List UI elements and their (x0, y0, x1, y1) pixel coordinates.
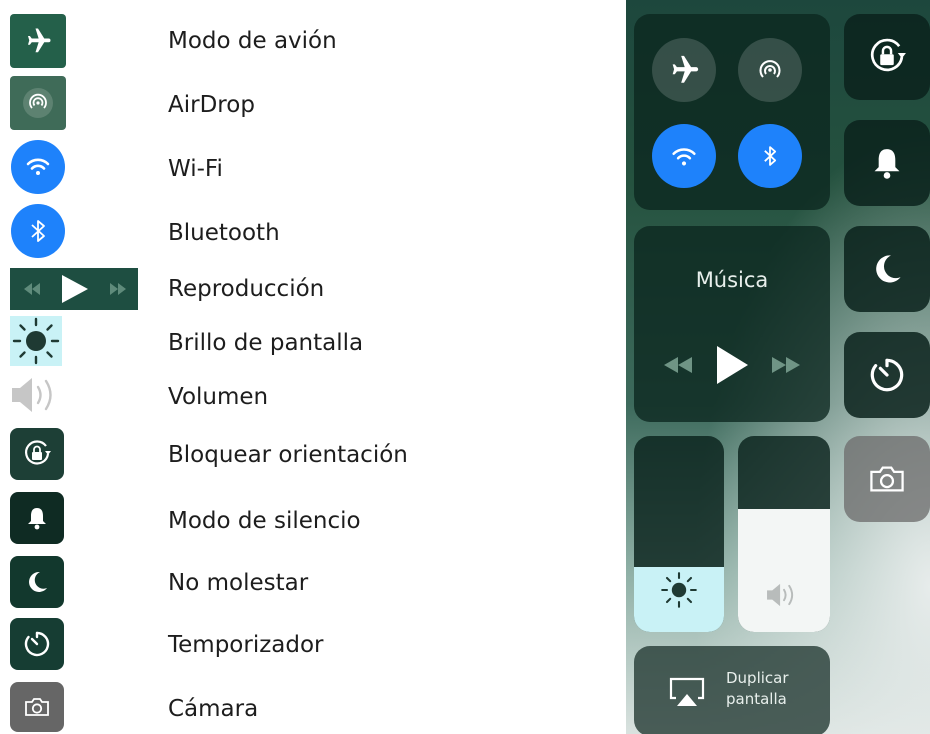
legend-row-orientation-lock: Bloquear orientación (0, 428, 600, 484)
legend-row-timer: Temporizador (0, 618, 600, 674)
legend-label: Reproducción (168, 276, 325, 302)
legend-row-volume: Volumen (0, 372, 600, 422)
timer-icon (870, 358, 904, 392)
legend-row-bluetooth: Bluetooth (0, 204, 600, 260)
connectivity-tile (634, 14, 830, 210)
legend-label: Bluetooth (168, 220, 280, 246)
timer-button[interactable] (844, 332, 930, 418)
legend-label: Bloquear orientación (168, 442, 408, 468)
playback-icon (10, 268, 138, 310)
brightness-icon (634, 570, 724, 610)
screen-mirroring-label-line2: pantalla (726, 690, 787, 708)
volume-icon (10, 372, 70, 418)
airdrop-icon (759, 60, 781, 78)
wifi-toggle[interactable] (652, 124, 716, 188)
play-button[interactable] (714, 344, 750, 391)
legend-label: Modo de avión (168, 28, 337, 54)
screen-mirroring-icon (669, 677, 705, 706)
screen-mirroring-label: Duplicar pantalla (726, 668, 826, 710)
airdrop-toggle[interactable] (738, 38, 802, 102)
control-center: Música Duplicar pantalla (626, 0, 930, 734)
camera-icon (870, 466, 904, 492)
legend-row-brightness: Brillo de pantalla (0, 316, 600, 368)
airplane-icon (672, 55, 699, 83)
legend-row-wifi: Wi-Fi (0, 140, 600, 196)
legend-row-do-not-disturb: No molestar (0, 556, 600, 612)
airdrop-icon (10, 76, 66, 130)
legend-label: AirDrop (168, 92, 255, 118)
rewind-icon (664, 357, 692, 373)
orientation-lock-button[interactable] (844, 14, 930, 100)
legend-label: Volumen (168, 384, 269, 410)
playback-controls (634, 344, 830, 391)
brightness-icon (10, 316, 62, 366)
rewind-button[interactable] (662, 354, 696, 381)
legend-row-airdrop: AirDrop (0, 76, 600, 132)
volume-icon (738, 580, 830, 610)
bluetooth-toggle[interactable] (738, 124, 802, 188)
brightness-slider[interactable] (634, 436, 724, 632)
orientation-lock-icon (870, 38, 906, 72)
fast-forward-button[interactable] (768, 354, 802, 381)
legend-row-silent: Modo de silencio (0, 492, 600, 548)
bell-icon (874, 149, 900, 179)
bluetooth-icon (764, 146, 777, 166)
screen-mirroring-button[interactable]: Duplicar pantalla (634, 646, 830, 734)
legend-label: Modo de silencio (168, 508, 361, 534)
legend-label: Cámara (168, 696, 259, 722)
wifi-icon (10, 140, 66, 194)
music-title: Música (695, 268, 769, 292)
legend-label: Brillo de pantalla (168, 330, 364, 356)
legend-row-camera: Cámara (0, 682, 600, 734)
volume-slider-fill (738, 508, 830, 632)
music-tile[interactable]: Música (634, 226, 830, 422)
camera-icon (10, 682, 64, 732)
play-icon (717, 346, 748, 384)
screen-mirroring-label-line1: Duplicar (726, 669, 789, 687)
camera-button[interactable] (844, 436, 930, 522)
volume-slider[interactable] (738, 436, 830, 632)
legend-row-playback: Reproducción (0, 268, 600, 312)
moon-icon (10, 556, 64, 608)
airplane-icon (10, 14, 66, 68)
do-not-disturb-button[interactable] (844, 226, 930, 312)
legend-label: No molestar (168, 570, 309, 596)
airplane-mode-toggle[interactable] (652, 38, 716, 102)
fast-forward-icon (772, 357, 800, 373)
legend-label: Temporizador (168, 632, 324, 658)
wifi-icon (672, 148, 696, 166)
legend-row-airplane: Modo de avión (0, 14, 600, 70)
orientation-lock-icon (10, 428, 64, 480)
bell-icon (10, 492, 64, 544)
legend-label: Wi-Fi (168, 156, 223, 182)
timer-icon (10, 618, 64, 670)
silent-mode-button[interactable] (844, 120, 930, 206)
bluetooth-icon (10, 204, 66, 258)
icon-legend: Modo de avión AirDrop Wi-Fi Bluetooth Re… (0, 0, 600, 734)
moon-icon (876, 255, 901, 283)
